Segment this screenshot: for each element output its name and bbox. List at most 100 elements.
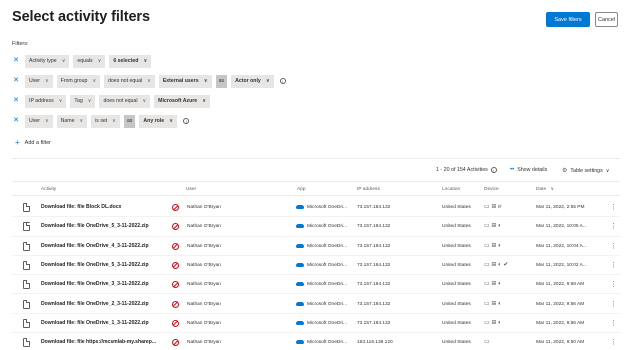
onedrive-cloud-icon (296, 320, 304, 325)
cell-user[interactable]: Nathan O'Bryan (187, 217, 287, 236)
cell-activity[interactable]: Download file: file OneDrive_5_3-11-2022… (41, 256, 176, 275)
col-header-ip[interactable]: IP address (357, 187, 380, 192)
add-filter-button[interactable]: + Add a filter (15, 138, 51, 147)
close-icon[interactable]: ✕ (12, 94, 20, 108)
info-icon[interactable]: i (183, 118, 190, 124)
table-row[interactable]: Download file: file Block DL.docx Nathan … (12, 198, 620, 218)
filter-dropdown[interactable]: From group ∨ (56, 74, 101, 88)
cell-ip[interactable]: 163.116.138.120 (357, 333, 432, 350)
cell-activity[interactable]: Download file: file OneDrive_4_3-11-2022… (41, 237, 176, 256)
filter-dropdown[interactable]: equals ∨ (73, 54, 106, 68)
close-icon[interactable]: ✕ (12, 74, 20, 88)
cell-app[interactable]: Microsoft OneDri... (307, 333, 362, 350)
table-row[interactable]: Download file: file OneDrive_1_3-11-2022… (12, 314, 620, 334)
filter-dropdown[interactable]: User ∨ (25, 114, 53, 128)
cell-user[interactable]: Nathan O'Bryan (187, 256, 287, 275)
more-vertical-icon[interactable]: ⋮ (610, 333, 617, 350)
cell-ip[interactable]: 73.157.184.132 (357, 256, 432, 275)
filter-dropdown[interactable]: Name ∨ (56, 114, 88, 128)
table-row[interactable]: Download file: file OneDrive_4_3-11-2022… (12, 237, 620, 256)
more-vertical-icon[interactable]: ⋮ (610, 314, 617, 333)
cell-app[interactable]: Microsoft OneDri... (307, 295, 362, 314)
cell-user[interactable]: Nathan O'Bryan (187, 333, 287, 350)
cell-user[interactable]: Nathan O'Bryan (187, 275, 287, 294)
cell-ip[interactable]: 73.157.184.132 (357, 275, 432, 294)
filter-row: ✕ IP address ∨ Tag ∨ does not equal ∨ Microsoft… (12, 94, 214, 108)
cell-activity[interactable]: Download file: file OneDrive_3_3-11-2022… (41, 275, 176, 294)
cell-user[interactable]: Nathan O'Bryan (187, 314, 287, 333)
filter-value: IP address (29, 98, 54, 104)
filter-dropdown[interactable]: Any role ∨ (139, 114, 178, 128)
cell-activity[interactable]: Download file: file OneDrive_2_3-11-2022… (41, 295, 176, 314)
filter-dropdown[interactable]: Tag ∨ (70, 94, 96, 108)
cell-ip[interactable]: 73.157.184.132 (357, 237, 432, 256)
col-header-date[interactable]: Date ∨ (536, 187, 554, 192)
cell-app[interactable]: Microsoft OneDri... (307, 217, 362, 236)
filter-dropdown[interactable]: IP address ∨ (25, 94, 67, 108)
filter-dropdown[interactable]: Actor only ∨ (231, 74, 274, 88)
filter-dropdown[interactable]: does not equal ∨ (99, 94, 151, 108)
filter-value: Tag (74, 98, 83, 104)
cell-ip[interactable]: 73.157.184.132 (357, 198, 432, 217)
more-vertical-icon[interactable]: ⋮ (610, 295, 617, 314)
table-row[interactable]: Download file: file OneDrive_3_3-11-2022… (12, 275, 620, 295)
cell-ip[interactable]: 73.157.184.132 (357, 295, 432, 314)
cell-user[interactable]: Nathan O'Bryan (187, 295, 287, 314)
filter-dropdown[interactable]: External users ∨ (158, 74, 212, 88)
col-header-device[interactable]: Device (484, 187, 499, 192)
table-row[interactable]: Download file: file OneDrive_5_3-11-2022… (12, 256, 620, 276)
chevron-down-icon: ∨ (265, 78, 270, 84)
filter-value: 6 selected (113, 58, 139, 64)
filter-dropdown[interactable]: User ∨ (25, 74, 53, 88)
more-vertical-icon[interactable]: ⋮ (610, 217, 617, 236)
filter-value: User (29, 118, 40, 124)
cell-activity[interactable]: Download file: file OneDrive_1_3-11-2022… (41, 314, 176, 333)
chevron-down-icon: ∨ (44, 78, 49, 84)
col-header-location[interactable]: Location (442, 187, 460, 192)
close-icon[interactable]: ✕ (12, 114, 20, 128)
filter-dropdown[interactable]: Activity type ∨ (25, 54, 70, 68)
table-row[interactable]: Download file: file OneDrive_5_3-11-2022… (12, 217, 620, 237)
col-header-user[interactable]: User (186, 187, 196, 192)
chevron-down-icon: ∨ (44, 118, 49, 124)
document-icon (23, 260, 30, 270)
cell-activity[interactable]: Download file: file Block DL.docx (41, 198, 176, 217)
filter-dropdown[interactable]: is set ∨ (91, 114, 120, 128)
cell-app[interactable]: Microsoft OneDri... (307, 256, 362, 275)
filter-dropdown[interactable]: 6 selected ∨ (109, 54, 152, 68)
info-icon[interactable]: i (279, 78, 286, 84)
cell-app[interactable]: Microsoft OneDri... (307, 275, 362, 294)
table-settings-button[interactable]: ⚙ Table settings ∨ (562, 167, 609, 175)
cancel-button[interactable]: Cancel (595, 12, 618, 27)
col-header-activity[interactable]: Activity (41, 187, 56, 192)
cell-location: United States (442, 320, 471, 326)
cell-ip[interactable]: 73.157.184.132 (357, 314, 432, 333)
more-vertical-icon[interactable]: ⋮ (610, 275, 617, 294)
more-vertical-icon[interactable]: ⋮ (610, 198, 617, 217)
cell-user[interactable]: Nathan O'Bryan (187, 237, 287, 256)
filter-dropdown[interactable]: does not equal ∨ (104, 74, 155, 88)
cell-ip[interactable]: 73.157.184.132 (357, 217, 432, 236)
more-vertical-icon[interactable]: ⋮ (610, 237, 617, 256)
activities-count-text: 1 - 20 of 154 Activities (436, 167, 488, 173)
cell-date: Mar 11, 2022, 10:05 A... (536, 224, 587, 230)
cell-app[interactable]: Microsoft OneDri... (307, 198, 362, 217)
cell-app[interactable]: Microsoft OneDri... (307, 314, 362, 333)
filter-value: Any role (143, 118, 165, 124)
cell-app[interactable]: Microsoft OneDri... (307, 237, 362, 256)
settings-gear-icon: ⚙ (562, 168, 568, 174)
filter-row: ✕ Activity type ∨ equals ∨ 6 selected ∨ (12, 54, 155, 68)
col-header-app[interactable]: App (297, 187, 306, 192)
table-row[interactable]: Download file: file OneDrive_2_3-11-2022… (12, 295, 620, 314)
more-vertical-icon[interactable]: ⋮ (610, 256, 617, 275)
table-row[interactable]: Download file: file https://mcsmlab-my.s… (12, 333, 620, 350)
onedrive-cloud-icon (296, 243, 304, 248)
cell-activity[interactable]: Download file: file OneDrive_5_3-11-2022… (41, 217, 176, 236)
save-filters-button[interactable]: Save filters (546, 12, 590, 27)
block-icon (172, 242, 179, 250)
cell-activity[interactable]: Download file: file https://mcsmlab-my.s… (41, 333, 176, 350)
cell-user[interactable]: Nathan O'Bryan (187, 198, 287, 217)
show-details-toggle[interactable]: •• Show details (510, 167, 547, 173)
close-icon[interactable]: ✕ (12, 54, 20, 68)
filter-dropdown[interactable]: Microsoft Azure ∨ (154, 94, 211, 108)
